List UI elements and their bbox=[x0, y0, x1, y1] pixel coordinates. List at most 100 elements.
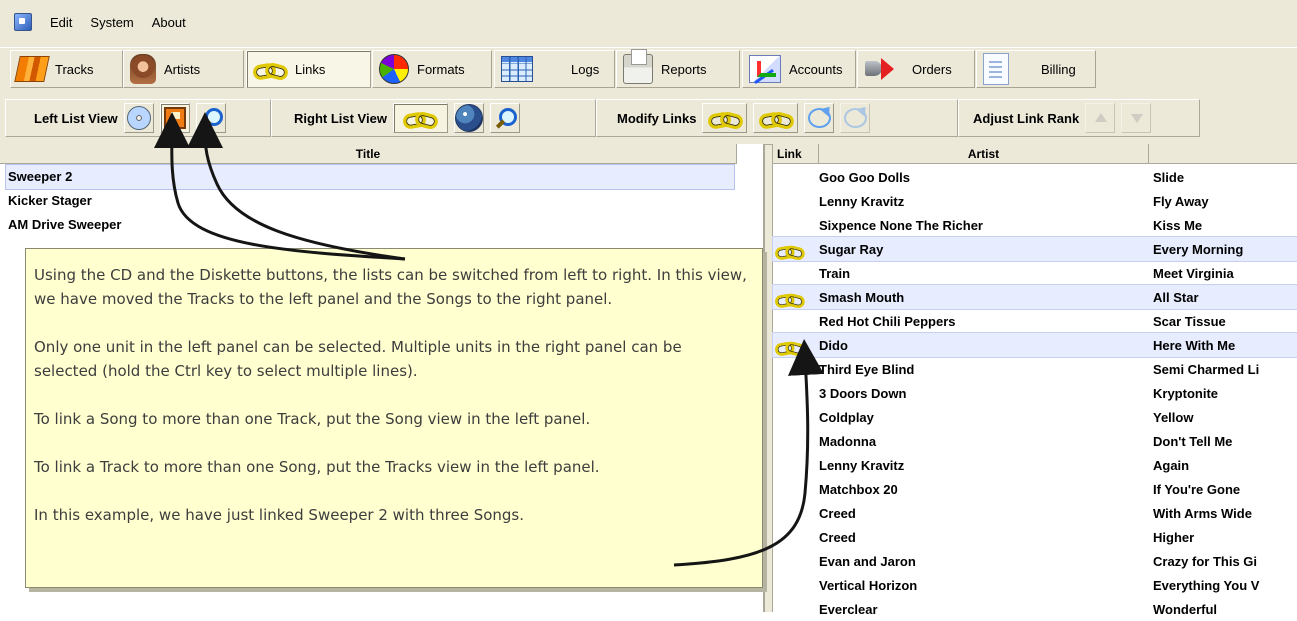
song-row[interactable]: Matchbox 20 If You're Gone bbox=[773, 477, 1297, 501]
arrow-up-icon bbox=[1091, 109, 1109, 127]
song-row[interactable]: 3 Doors Down Kryptonite bbox=[773, 381, 1297, 405]
link-icon bbox=[775, 338, 802, 352]
right-list-panel: Link Artist Goo Goo Dolls Slide Lenny Krav… bbox=[772, 144, 1297, 617]
reports-button[interactable]: Reports bbox=[616, 49, 740, 88]
menu-about[interactable]: About bbox=[152, 15, 186, 30]
left-list-row[interactable]: Kicker Stager bbox=[6, 189, 734, 213]
song-row[interactable]: Sugar Ray Every Morning bbox=[772, 236, 1297, 262]
artist-cell: Third Eye Blind bbox=[819, 361, 915, 377]
song-row[interactable]: Everclear Wonderful bbox=[773, 597, 1297, 621]
left-search-button[interactable] bbox=[195, 103, 226, 133]
add-link-button[interactable] bbox=[702, 103, 748, 133]
song-row[interactable]: Madonna Don't Tell Me bbox=[773, 429, 1297, 453]
rank-down-button[interactable] bbox=[1121, 103, 1152, 133]
artist-cell: Smash Mouth bbox=[819, 289, 905, 305]
title-header-label: Title bbox=[355, 146, 381, 161]
billing-label: Billing bbox=[1041, 61, 1076, 77]
billing-button[interactable]: Billing bbox=[976, 50, 1096, 88]
link-column-header[interactable]: Link bbox=[773, 144, 819, 163]
right-link-button[interactable] bbox=[392, 103, 448, 133]
artist-cell: Evan and Jaron bbox=[819, 553, 916, 569]
right-search-button[interactable] bbox=[489, 103, 520, 133]
artist-cell: Madonna bbox=[819, 433, 877, 449]
song-title-cell: Crazy for This Gi bbox=[1153, 553, 1258, 569]
artists-label: Artists bbox=[164, 61, 201, 77]
song-row[interactable]: Coldplay Yellow bbox=[773, 405, 1297, 429]
reports-label: Reports bbox=[661, 61, 707, 77]
song-title-cell: With Arms Wide bbox=[1153, 505, 1252, 521]
adjust-link-rank-label: Adjust Link Rank bbox=[973, 110, 1080, 126]
song-title-cell: Meet Virginia bbox=[1153, 265, 1234, 281]
refresh-icon bbox=[807, 108, 831, 128]
logs-button[interactable]: Logs bbox=[494, 50, 615, 88]
artist-cell: Train bbox=[819, 265, 851, 281]
song-row[interactable]: Lenny Kravitz Fly Away bbox=[773, 189, 1297, 213]
artist-cell: Creed bbox=[819, 529, 856, 545]
song-row[interactable]: Goo Goo Dolls Slide bbox=[773, 165, 1297, 189]
artist-column-header[interactable]: Artist bbox=[819, 144, 1149, 163]
cd-icon bbox=[126, 106, 151, 130]
refresh-link-button[interactable] bbox=[804, 103, 835, 133]
song-row[interactable]: Train Meet Virginia bbox=[773, 261, 1297, 285]
song-row[interactable]: Creed Higher bbox=[773, 525, 1297, 549]
song-row[interactable]: Evan and Jaron Crazy for This Gi bbox=[773, 549, 1297, 573]
pie-icon bbox=[379, 54, 409, 84]
menu-system[interactable]: System bbox=[90, 15, 133, 30]
modify-links-group: Modify Links bbox=[596, 99, 958, 137]
link-icon bbox=[253, 59, 287, 79]
links-button[interactable]: Links bbox=[246, 50, 371, 88]
remove-icon bbox=[843, 108, 867, 128]
song-row[interactable]: Dido Here With Me bbox=[772, 332, 1297, 358]
song-title-cell: Higher bbox=[1153, 529, 1195, 545]
right-column-headers: Link Artist bbox=[773, 144, 1297, 164]
formats-button[interactable]: Formats bbox=[372, 50, 492, 88]
menu-edit[interactable]: Edit bbox=[50, 15, 72, 30]
artist-cell: Lenny Kravitz bbox=[819, 457, 905, 473]
song-row[interactable]: Lenny Kravitz Again bbox=[773, 453, 1297, 477]
song-row[interactable]: Smash Mouth All Star bbox=[772, 284, 1297, 310]
song-title-cell: Kiss Me bbox=[1153, 217, 1203, 233]
arrow-down-icon bbox=[1127, 109, 1145, 127]
links-label: Links bbox=[295, 61, 326, 77]
replace-link-icon bbox=[759, 108, 793, 128]
artist-cell: Matchbox 20 bbox=[819, 481, 898, 497]
accounts-label: Accounts bbox=[789, 61, 843, 77]
diskette-icon bbox=[163, 107, 186, 129]
song-row[interactable]: Sixpence None The Richer Kiss Me bbox=[773, 213, 1297, 237]
left-cd-button[interactable] bbox=[123, 103, 154, 133]
title-column-header[interactable]: Title bbox=[0, 144, 737, 164]
left-list-row[interactable]: Sweeper 2 bbox=[5, 164, 735, 190]
song-title-cell: Don't Tell Me bbox=[1153, 433, 1233, 449]
song-row[interactable]: Creed With Arms Wide bbox=[773, 501, 1297, 525]
books-icon bbox=[14, 56, 50, 82]
song-title-cell: Semi Charmed Li bbox=[1153, 361, 1260, 377]
artist-cell: Sixpence None The Richer bbox=[819, 217, 983, 233]
artist-cell: Lenny Kravitz bbox=[819, 193, 905, 209]
orders-button[interactable]: Orders bbox=[857, 50, 975, 88]
left-list-row[interactable]: AM Drive Sweeper bbox=[6, 213, 734, 237]
rank-up-button[interactable] bbox=[1085, 103, 1116, 133]
add-link-icon bbox=[708, 108, 742, 128]
tracks-button[interactable]: Tracks bbox=[10, 50, 123, 88]
artist-cell: Coldplay bbox=[819, 409, 874, 425]
explanation-callout: Using the CD and the Diskette buttons, t… bbox=[25, 248, 763, 588]
song-row[interactable]: Vertical Horizon Everything You V bbox=[773, 573, 1297, 597]
calendar-icon bbox=[501, 56, 533, 82]
replace-link-button[interactable] bbox=[753, 103, 799, 133]
links-window: Edit System About Tracks Artists Links F… bbox=[0, 0, 1297, 617]
remove-link-button[interactable] bbox=[840, 103, 871, 133]
face-icon bbox=[130, 54, 156, 84]
accounts-button[interactable]: Accounts bbox=[742, 50, 856, 88]
application-icon[interactable] bbox=[14, 13, 32, 31]
left-diskette-button[interactable] bbox=[159, 103, 190, 133]
song-title-cell: Every Morning bbox=[1153, 241, 1244, 257]
artist-cell: Dido bbox=[819, 337, 848, 353]
song-row[interactable]: Red Hot Chili Peppers Scar Tissue bbox=[773, 309, 1297, 333]
right-globe-button[interactable] bbox=[453, 103, 484, 133]
song-row[interactable]: Third Eye Blind Semi Charmed Li bbox=[773, 357, 1297, 381]
artists-button[interactable]: Artists bbox=[123, 50, 244, 88]
link-cell bbox=[773, 289, 819, 305]
menu-bar: Edit System About bbox=[0, 8, 1297, 36]
orders-label: Orders bbox=[912, 61, 952, 77]
logs-label: Logs bbox=[571, 61, 600, 77]
